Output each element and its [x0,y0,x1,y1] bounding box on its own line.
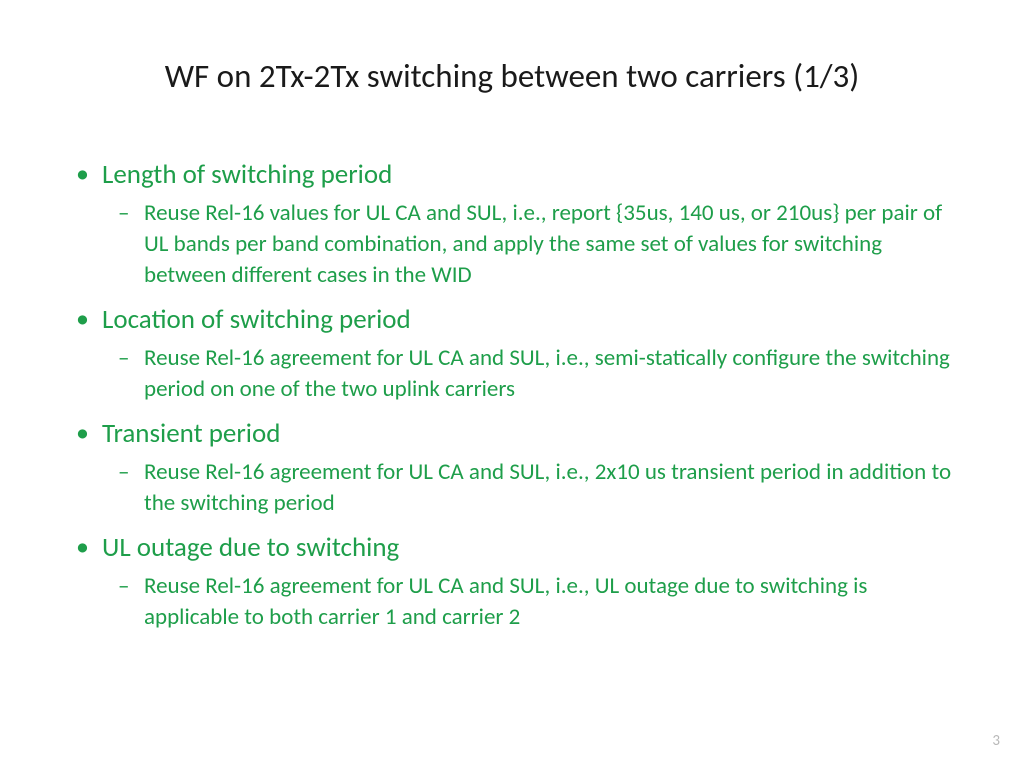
sub-item: Reuse Rel-16 agreement for UL CA and SUL… [102,343,956,405]
bullet-label: Transient period [102,417,280,450]
sub-list: Reuse Rel-16 agreement for UL CA and SUL… [102,457,956,519]
bullet-list: Length of switching period Reuse Rel-16 … [68,156,956,633]
sub-list: Reuse Rel-16 values for UL CA and SUL, i… [102,198,956,291]
sub-list: Reuse Rel-16 agreement for UL CA and SUL… [102,343,956,405]
slide-title: WF on 2Tx-2Tx switching between two carr… [68,56,956,96]
slide: WF on 2Tx-2Tx switching between two carr… [0,0,1024,768]
bullet-item: UL outage due to switching Reuse Rel-16 … [68,529,956,633]
bullet-item: Transient period Reuse Rel-16 agreement … [68,415,956,519]
bullet-label: Length of switching period [102,158,392,191]
sub-list: Reuse Rel-16 agreement for UL CA and SUL… [102,571,956,633]
bullet-label: UL outage due to switching [102,531,399,564]
bullet-item: Location of switching period Reuse Rel-1… [68,301,956,405]
sub-item: Reuse Rel-16 agreement for UL CA and SUL… [102,571,956,633]
bullet-item: Length of switching period Reuse Rel-16 … [68,156,956,291]
page-number: 3 [992,732,1000,750]
bullet-label: Location of switching period [102,303,411,336]
sub-item: Reuse Rel-16 values for UL CA and SUL, i… [102,198,956,291]
sub-item: Reuse Rel-16 agreement for UL CA and SUL… [102,457,956,519]
